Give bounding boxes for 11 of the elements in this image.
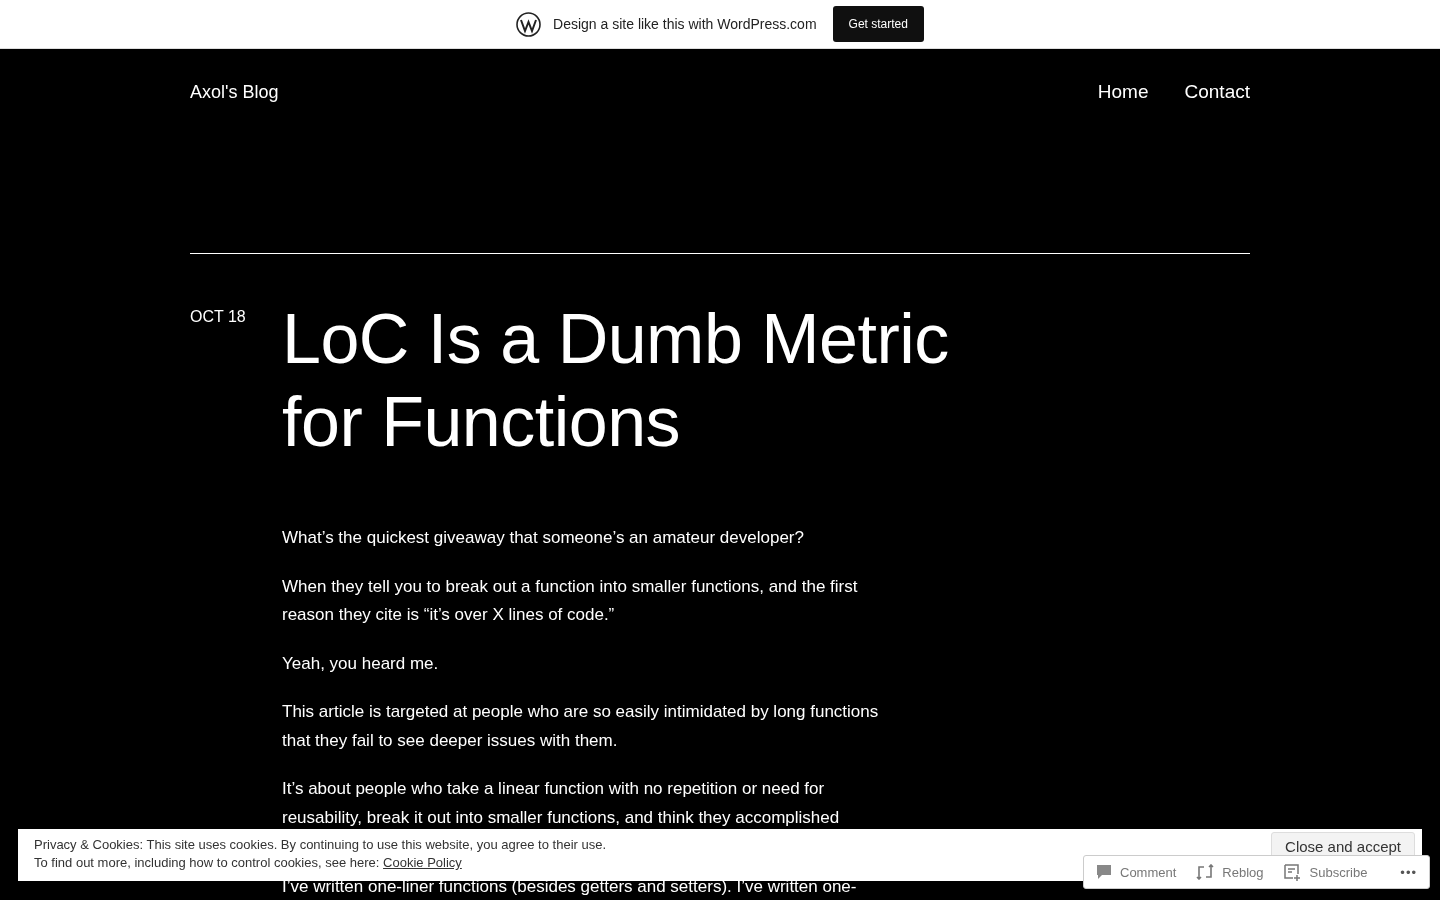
paragraph: It’s about people who take a linear function with no repetition or need for reusability, break it out into smaller functions, and think they accomplished bbox=[282, 778, 841, 829]
paragraph: What’s the quickest giveaway that someone’s an amateur developer? bbox=[282, 527, 805, 549]
post-title: LoC Is a Dumb Metric for Functions bbox=[282, 299, 950, 463]
paragraph: This article is targeted at people who are so easily intimidated by long functions that they fail to see deeper issues with them. bbox=[282, 701, 880, 752]
paragraph: I’ve written one-liner functions (besides getters and setters). I’ve written one- bbox=[282, 876, 858, 898]
paragraph: When they tell you to break out a function into smaller functions, and the first reason they cite is “it’s over X lines of code.” bbox=[282, 575, 859, 626]
cookie-text: To find out more, including how to control cookies, see here: bbox=[34, 855, 381, 870]
paragraph: Yeah, you heard me. bbox=[282, 652, 440, 675]
cookie-text: Privacy & Cookies: This site uses cookies. By continuing to use this website, you agree to their use. bbox=[34, 836, 607, 854]
promo-text: Design a site like this with WordPress.com bbox=[553, 16, 817, 32]
post-date: OCT 18 bbox=[190, 308, 247, 327]
